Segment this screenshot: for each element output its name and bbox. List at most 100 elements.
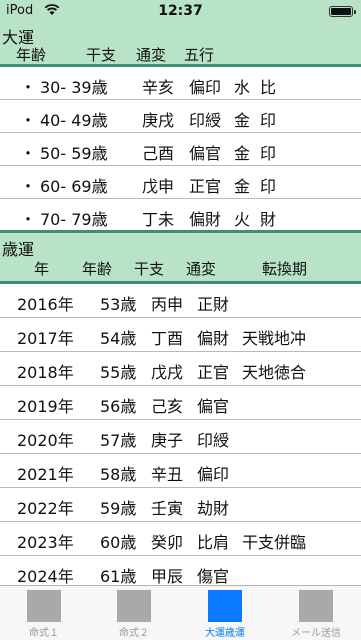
saiun-row[interactable]: 2023年 60歳 癸卯 比肩 干支併臨 [0, 522, 361, 556]
daiun-col-gogyo: 五行 [184, 46, 215, 64]
saiun-row[interactable]: 2019年 56歳 己亥 偏官 [0, 386, 361, 420]
row-tsuhen: 偏財 [189, 210, 222, 229]
row-kanshi: 癸卯 [151, 533, 184, 552]
saiun-col-tenkan: 転換期 [262, 260, 308, 278]
row-age: 70- 79歳 [40, 210, 108, 229]
row-kanshi: 己酉 [142, 144, 175, 163]
row-tsuhen: 正財 [197, 295, 230, 314]
row-tenkan: 天地徳合 [242, 363, 307, 382]
row-kanshi: 丁未 [142, 210, 175, 229]
daiun-col-kanshi: 干支 [86, 46, 117, 64]
row-age: 60- 69歳 [40, 177, 108, 196]
tab-placeholder-icon [117, 590, 151, 622]
row-age: 60歳 [100, 533, 137, 552]
row-kanshi: 庚子 [151, 431, 184, 450]
row-year: 2016年 [17, 295, 74, 314]
row-bullet: ・ [20, 111, 37, 130]
daiun-header: 大運 年齢 干支 通変 五行 [0, 22, 361, 64]
saiun-row[interactable]: 2017年 54歳 丁酉 偏財 天戦地冲 [0, 318, 361, 352]
row-kanshi: 丙申 [151, 295, 184, 314]
row-gogyo: 水 [234, 78, 251, 97]
daiun-col-age: 年齢 [16, 46, 47, 64]
saiun-row[interactable]: 2020年 57歳 庚子 印綬 [0, 420, 361, 454]
row-age: 30- 39歳 [40, 78, 108, 97]
row-year: 2023年 [17, 533, 74, 552]
row-kanshi: 庚戌 [142, 111, 175, 130]
row-year: 2024年 [17, 567, 74, 586]
row-tsuhen: 劫財 [197, 499, 230, 518]
row-tsuhen: 比肩 [197, 533, 230, 552]
row-year: 2021年 [17, 465, 74, 484]
daiun-row[interactable]: ・ 70- 79歳 丁未 偏財火財 [0, 199, 361, 232]
row-tsuhen: 傷官 [197, 567, 230, 586]
row-kanshi: 戊戌 [151, 363, 184, 382]
row-kanshi: 壬寅 [151, 499, 184, 518]
row-bullet: ・ [20, 177, 37, 196]
row-kanshi: 丁酉 [151, 329, 184, 348]
row-year: 2022年 [17, 499, 74, 518]
tab-label: メール送信 [291, 628, 341, 639]
saiun-row[interactable]: 2016年 53歳 丙申 正財 [0, 284, 361, 318]
daiun-row[interactable]: ・ 30- 39歳 辛亥 偏印水比 [0, 67, 361, 100]
row-age: 56歳 [100, 397, 137, 416]
tab-placeholder-icon [299, 590, 333, 622]
row-relation: 印 [260, 111, 277, 130]
clock: 12:37 [158, 3, 203, 19]
row-relation: 財 [260, 210, 277, 229]
tab-label: 命式１ [29, 628, 59, 639]
row-age: 55歳 [100, 363, 137, 382]
saiun-row[interactable]: 2021年 58歳 辛丑 偏印 [0, 454, 361, 488]
saiun-title: 歳運 [2, 240, 35, 259]
row-tsuhen: 偏官 [189, 144, 222, 163]
row-age: 61歳 [100, 567, 137, 586]
row-tsuhen: 印綬 [189, 111, 222, 130]
row-bullet: ・ [20, 78, 37, 97]
row-age: 40- 49歳 [40, 111, 108, 130]
tab-bar: 命式１ 命式２ 大運歳運 メール送信 [0, 585, 361, 640]
tab-label: 大運歳運 [205, 628, 245, 639]
row-year: 2019年 [17, 397, 74, 416]
row-tsuhen: 正官 [197, 363, 230, 382]
row-age: 57歳 [100, 431, 137, 450]
row-tsuhen: 正官 [189, 177, 222, 196]
tab-meishiki2[interactable]: 命式２ [104, 590, 164, 640]
row-age: 58歳 [100, 465, 137, 484]
row-tenkan: 干支併臨 [242, 533, 307, 552]
row-year: 2017年 [17, 329, 74, 348]
row-tenkan: 天戦地冲 [242, 329, 307, 348]
row-tsuhen: 偏財 [197, 329, 230, 348]
row-kanshi: 己亥 [151, 397, 184, 416]
row-bullet: ・ [20, 144, 37, 163]
tab-placeholder-icon [27, 590, 61, 622]
tab-daiun-saiun[interactable]: 大運歳運 [195, 590, 255, 640]
saiun-col-year: 年 [34, 260, 50, 278]
status-bar: iPod 12:37 [0, 0, 361, 22]
row-gogyo: 金 [234, 111, 251, 130]
saiun-row[interactable]: 2022年 59歳 壬寅 劫財 [0, 488, 361, 522]
row-kanshi: 戊申 [142, 177, 175, 196]
row-tsuhen: 印綬 [197, 431, 230, 450]
row-age: 50- 59歳 [40, 144, 108, 163]
row-tsuhen: 偏官 [197, 397, 230, 416]
tab-mail[interactable]: メール送信 [286, 590, 346, 640]
row-gogyo: 火 [234, 210, 251, 229]
saiun-row[interactable]: 2018年 55歳 戊戌 正官 天地徳合 [0, 352, 361, 386]
tab-placeholder-icon [208, 590, 242, 622]
row-tsuhen: 偏印 [189, 78, 222, 97]
row-gogyo: 金 [234, 177, 251, 196]
saiun-col-age: 年齢 [82, 260, 113, 278]
row-year: 2018年 [17, 363, 74, 382]
daiun-row[interactable]: ・ 60- 69歳 戊申 正官金印 [0, 166, 361, 199]
daiun-col-tsuhen: 通変 [136, 46, 167, 64]
row-kanshi: 甲辰 [151, 567, 184, 586]
tab-meishiki1[interactable]: 命式１ [14, 590, 74, 640]
row-year: 2020年 [17, 431, 74, 450]
daiun-row[interactable]: ・ 40- 49歳 庚戌 印綬金印 [0, 100, 361, 133]
row-relation: 印 [260, 144, 277, 163]
row-age: 53歳 [100, 295, 137, 314]
daiun-row[interactable]: ・ 50- 59歳 己酉 偏官金印 [0, 133, 361, 166]
row-age: 54歳 [100, 329, 137, 348]
saiun-col-tsuhen: 通変 [186, 260, 217, 278]
tab-label: 命式２ [119, 628, 149, 639]
saiun-col-kanshi: 干支 [134, 260, 165, 278]
